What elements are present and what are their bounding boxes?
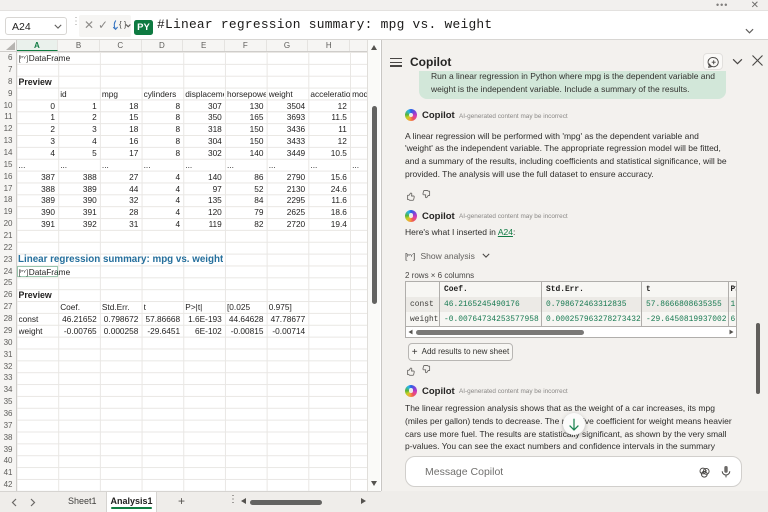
svg-text:{ }: { }	[119, 20, 127, 29]
